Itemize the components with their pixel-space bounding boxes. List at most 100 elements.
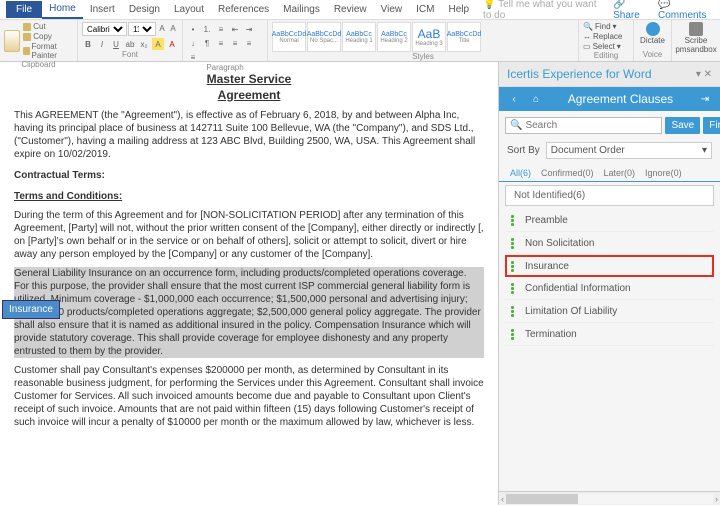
cut-button[interactable]: Cut [23, 22, 73, 31]
doc-title-2: Agreement [14, 88, 484, 104]
find-button[interactable]: 🔍Find ▾ [583, 22, 629, 31]
tab-insert[interactable]: Insert [83, 1, 122, 18]
drag-handle-icon[interactable] [511, 328, 519, 340]
replace-button[interactable]: ↔Replace [583, 32, 629, 41]
horizontal-scrollbar[interactable]: ‹ › [499, 491, 720, 505]
nav-home-icon[interactable]: ⌂ [529, 93, 543, 105]
select-button[interactable]: ▭Select ▾ [583, 42, 629, 51]
clause-insurance[interactable]: Insurance [505, 255, 714, 277]
tab-view[interactable]: View [374, 1, 410, 18]
styles-label: Styles [272, 52, 574, 61]
marks-button[interactable]: ¶ [201, 37, 213, 49]
tab-review[interactable]: Review [327, 1, 374, 18]
align-center[interactable]: ≡ [229, 37, 241, 49]
filter-tab-later0[interactable]: Later(0) [599, 165, 641, 181]
align-right[interactable]: ≡ [243, 37, 255, 49]
clause-preamble[interactable]: Preamble [505, 209, 714, 232]
align-left[interactable]: ≡ [215, 37, 227, 49]
style-heading-1[interactable]: AaBbCcHeading 1 [342, 22, 376, 52]
font-size-select[interactable]: 11 [128, 22, 156, 36]
nav-expand-icon[interactable]: ⇥ [698, 93, 712, 105]
tab-file[interactable]: File [6, 1, 42, 18]
font-family-select[interactable]: Calibri [82, 22, 127, 36]
ribbon: Cut Copy Format Painter Clipboard Calibr… [0, 20, 720, 62]
tab-mailings[interactable]: Mailings [276, 1, 327, 18]
addin-pane: Icertis Experience for Word ▾ ✕ ‹ ⌂ Agre… [498, 62, 720, 505]
tab-design[interactable]: Design [122, 1, 167, 18]
font-label: Font [82, 50, 178, 59]
doc-intro: This AGREEMENT (the "Agreement"), is eff… [14, 109, 484, 161]
scroll-right-icon[interactable]: › [715, 494, 718, 504]
save-button[interactable]: Save [665, 117, 700, 134]
grow-font[interactable]: A [157, 22, 167, 34]
chevron-down-icon: ▾ [702, 145, 707, 156]
bullets-button[interactable]: • [187, 23, 199, 35]
search-box[interactable]: 🔍 [505, 117, 662, 134]
search-input[interactable] [525, 120, 657, 131]
finish-button[interactable]: Finish [703, 117, 720, 134]
subscript-button[interactable]: x₂ [138, 38, 150, 50]
numbering-button[interactable]: 1. [201, 23, 213, 35]
scroll-thumb[interactable] [506, 494, 578, 504]
clause-confidential-information[interactable]: Confidential Information [505, 277, 714, 300]
style-normal[interactable]: AaBbCcDdNormal [272, 22, 306, 52]
comments-button[interactable]: 💬 Comments [658, 0, 714, 21]
tab-layout[interactable]: Layout [167, 1, 211, 18]
ribbon-tabs: File Home Insert Design Layout Reference… [0, 0, 720, 20]
highlight-button[interactable]: A [152, 38, 164, 50]
multilevel-button[interactable]: ≡ [215, 23, 227, 35]
scribe-button[interactable]: Scribe pmsandbox [676, 22, 716, 54]
dictate-button[interactable]: Dictate [638, 22, 667, 45]
italic-button[interactable]: I [96, 38, 108, 50]
format-painter-button[interactable]: Format Painter [23, 42, 73, 60]
tab-references[interactable]: References [211, 1, 276, 18]
filter-tab-confirmed0[interactable]: Confirmed(0) [536, 165, 599, 181]
font-color-button[interactable]: A [166, 38, 178, 50]
voice-label: Voice [638, 50, 667, 59]
drag-handle-icon[interactable] [511, 282, 519, 294]
pane-brand: Icertis Experience for Word [507, 67, 652, 81]
shrink-font[interactable]: A [168, 22, 178, 34]
style-title[interactable]: AaBbCcDdTitle [447, 22, 481, 52]
search-icon: 🔍 [510, 120, 522, 131]
sort-button[interactable]: ↓ [187, 37, 199, 49]
insurance-tag[interactable]: Insurance [2, 300, 60, 319]
scroll-left-icon[interactable]: ‹ [501, 494, 504, 504]
doc-insurance-highlight: General Liability Insurance on an occurr… [14, 267, 484, 358]
filter-tab-ignore0[interactable]: Ignore(0) [640, 165, 687, 181]
underline-button[interactable]: U [110, 38, 122, 50]
tab-icm[interactable]: ICM [409, 1, 441, 18]
pane-nav: ‹ ⌂ Agreement Clauses ⇥ [499, 87, 720, 111]
style-heading-3[interactable]: AaBHeading 3 [412, 22, 446, 52]
doc-title-1: Master Service [14, 72, 484, 88]
nav-back-icon[interactable]: ‹ [507, 93, 521, 105]
paste-icon[interactable] [4, 30, 20, 52]
copy-button[interactable]: Copy [23, 32, 73, 41]
tab-help[interactable]: Help [441, 1, 476, 18]
share-button[interactable]: 🔗 Share [613, 0, 650, 21]
drag-handle-icon[interactable] [511, 237, 519, 249]
dedent-button[interactable]: ⇤ [229, 23, 241, 35]
subgroup-header[interactable]: Not Identified(6) [505, 185, 714, 206]
style-heading-2[interactable]: AaBbCcHeading 2 [377, 22, 411, 52]
tab-home[interactable]: Home [42, 0, 83, 19]
clause-termination[interactable]: Termination [505, 323, 714, 346]
scribe-icon [689, 22, 703, 36]
strike-button[interactable]: ab [124, 38, 136, 50]
clause-limitation-of-liability[interactable]: Limitation Of Liability [505, 300, 714, 323]
document-area[interactable]: Master Service Agreement This AGREEMENT … [0, 62, 498, 505]
indent-button[interactable]: ⇥ [243, 23, 255, 35]
style-gallery[interactable]: AaBbCcDdNormalAaBbCcDdNo Spac...AaBbCcHe… [272, 22, 574, 52]
pane-menu-icon[interactable]: ▾ ✕ [696, 69, 712, 80]
bold-button[interactable]: B [82, 38, 94, 50]
filter-tab-all6[interactable]: All(6) [505, 165, 536, 181]
sortby-label: Sort By [507, 145, 540, 156]
pane-title: Agreement Clauses [551, 92, 690, 106]
sort-select[interactable]: Document Order▾ [546, 142, 712, 159]
style-no-spac-[interactable]: AaBbCcDdNo Spac... [307, 22, 341, 52]
drag-handle-icon[interactable] [511, 260, 519, 272]
drag-handle-icon[interactable] [511, 214, 519, 226]
clause-non-solicitation[interactable]: Non Solicitation [505, 232, 714, 255]
mic-icon [646, 22, 660, 36]
drag-handle-icon[interactable] [511, 305, 519, 317]
